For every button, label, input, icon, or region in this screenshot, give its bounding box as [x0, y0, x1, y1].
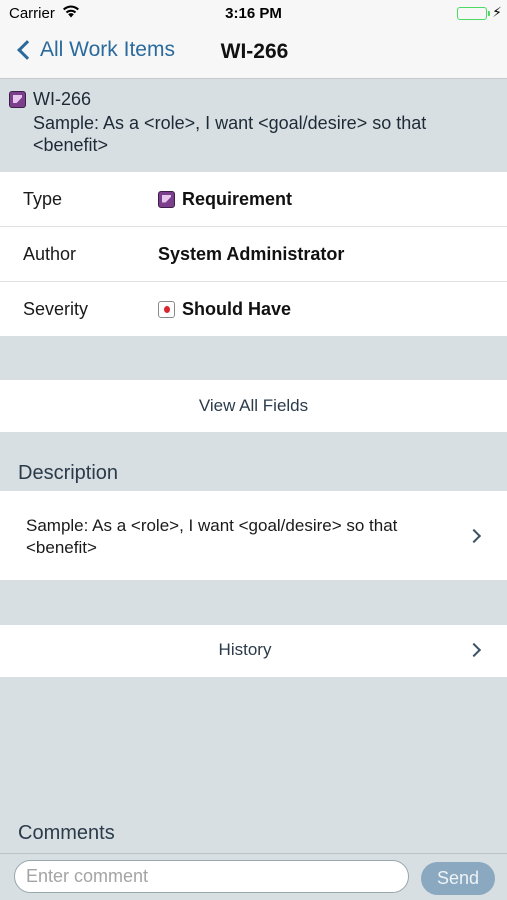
battery-tip [488, 11, 490, 16]
field-row-severity: Severity Should Have [0, 282, 507, 336]
field-label-severity: Severity [23, 298, 89, 319]
comment-input[interactable] [14, 860, 409, 893]
work-item-header: WI-266 Sample: As a <role>, I want <goal… [0, 80, 507, 172]
field-value-author: System Administrator [158, 243, 345, 264]
severity-value-text: Should Have [182, 298, 292, 319]
field-value-severity: Should Have [158, 299, 291, 320]
charging-bolt-icon: ⚡︎ [492, 4, 502, 20]
page-title: WI-266 [220, 40, 289, 63]
description-text: Sample: As a <role>, I want <goal/desire… [26, 516, 398, 557]
field-row-author: Author System Administrator [0, 227, 507, 282]
requirement-icon [9, 91, 26, 108]
work-item-summary: Sample: As a <role>, I want <goal/desire… [33, 113, 427, 155]
description-section-title: Description [18, 462, 119, 484]
chevron-right-icon [466, 528, 482, 544]
work-item-id: WI-266 [33, 89, 92, 109]
field-list: Type Requirement Author System Administr… [0, 172, 507, 336]
description-cell[interactable]: Sample: As a <role>, I want <goal/desire… [0, 491, 507, 580]
view-all-fields-button[interactable]: View All Fields [0, 380, 507, 432]
navigation-bar: All Work Items WI-266 [0, 28, 507, 79]
history-label: History [218, 640, 272, 659]
send-button[interactable]: Send [421, 862, 495, 895]
field-label-author: Author [23, 243, 77, 264]
clock: 3:16 PM [225, 5, 282, 22]
status-bar: Carrier 3:16 PM ⚡︎ [0, 0, 507, 28]
history-button[interactable]: History [0, 625, 507, 677]
field-row-type: Type Requirement [0, 172, 507, 227]
comment-bar: Send [0, 853, 507, 900]
field-label-type: Type [23, 188, 63, 209]
battery-icon [457, 7, 487, 20]
severity-should-have-icon [158, 300, 175, 318]
type-value-text: Requirement [182, 188, 293, 209]
comments-section-title: Comments [18, 822, 115, 844]
requirement-icon [158, 190, 175, 208]
field-value-type: Requirement [158, 189, 292, 210]
